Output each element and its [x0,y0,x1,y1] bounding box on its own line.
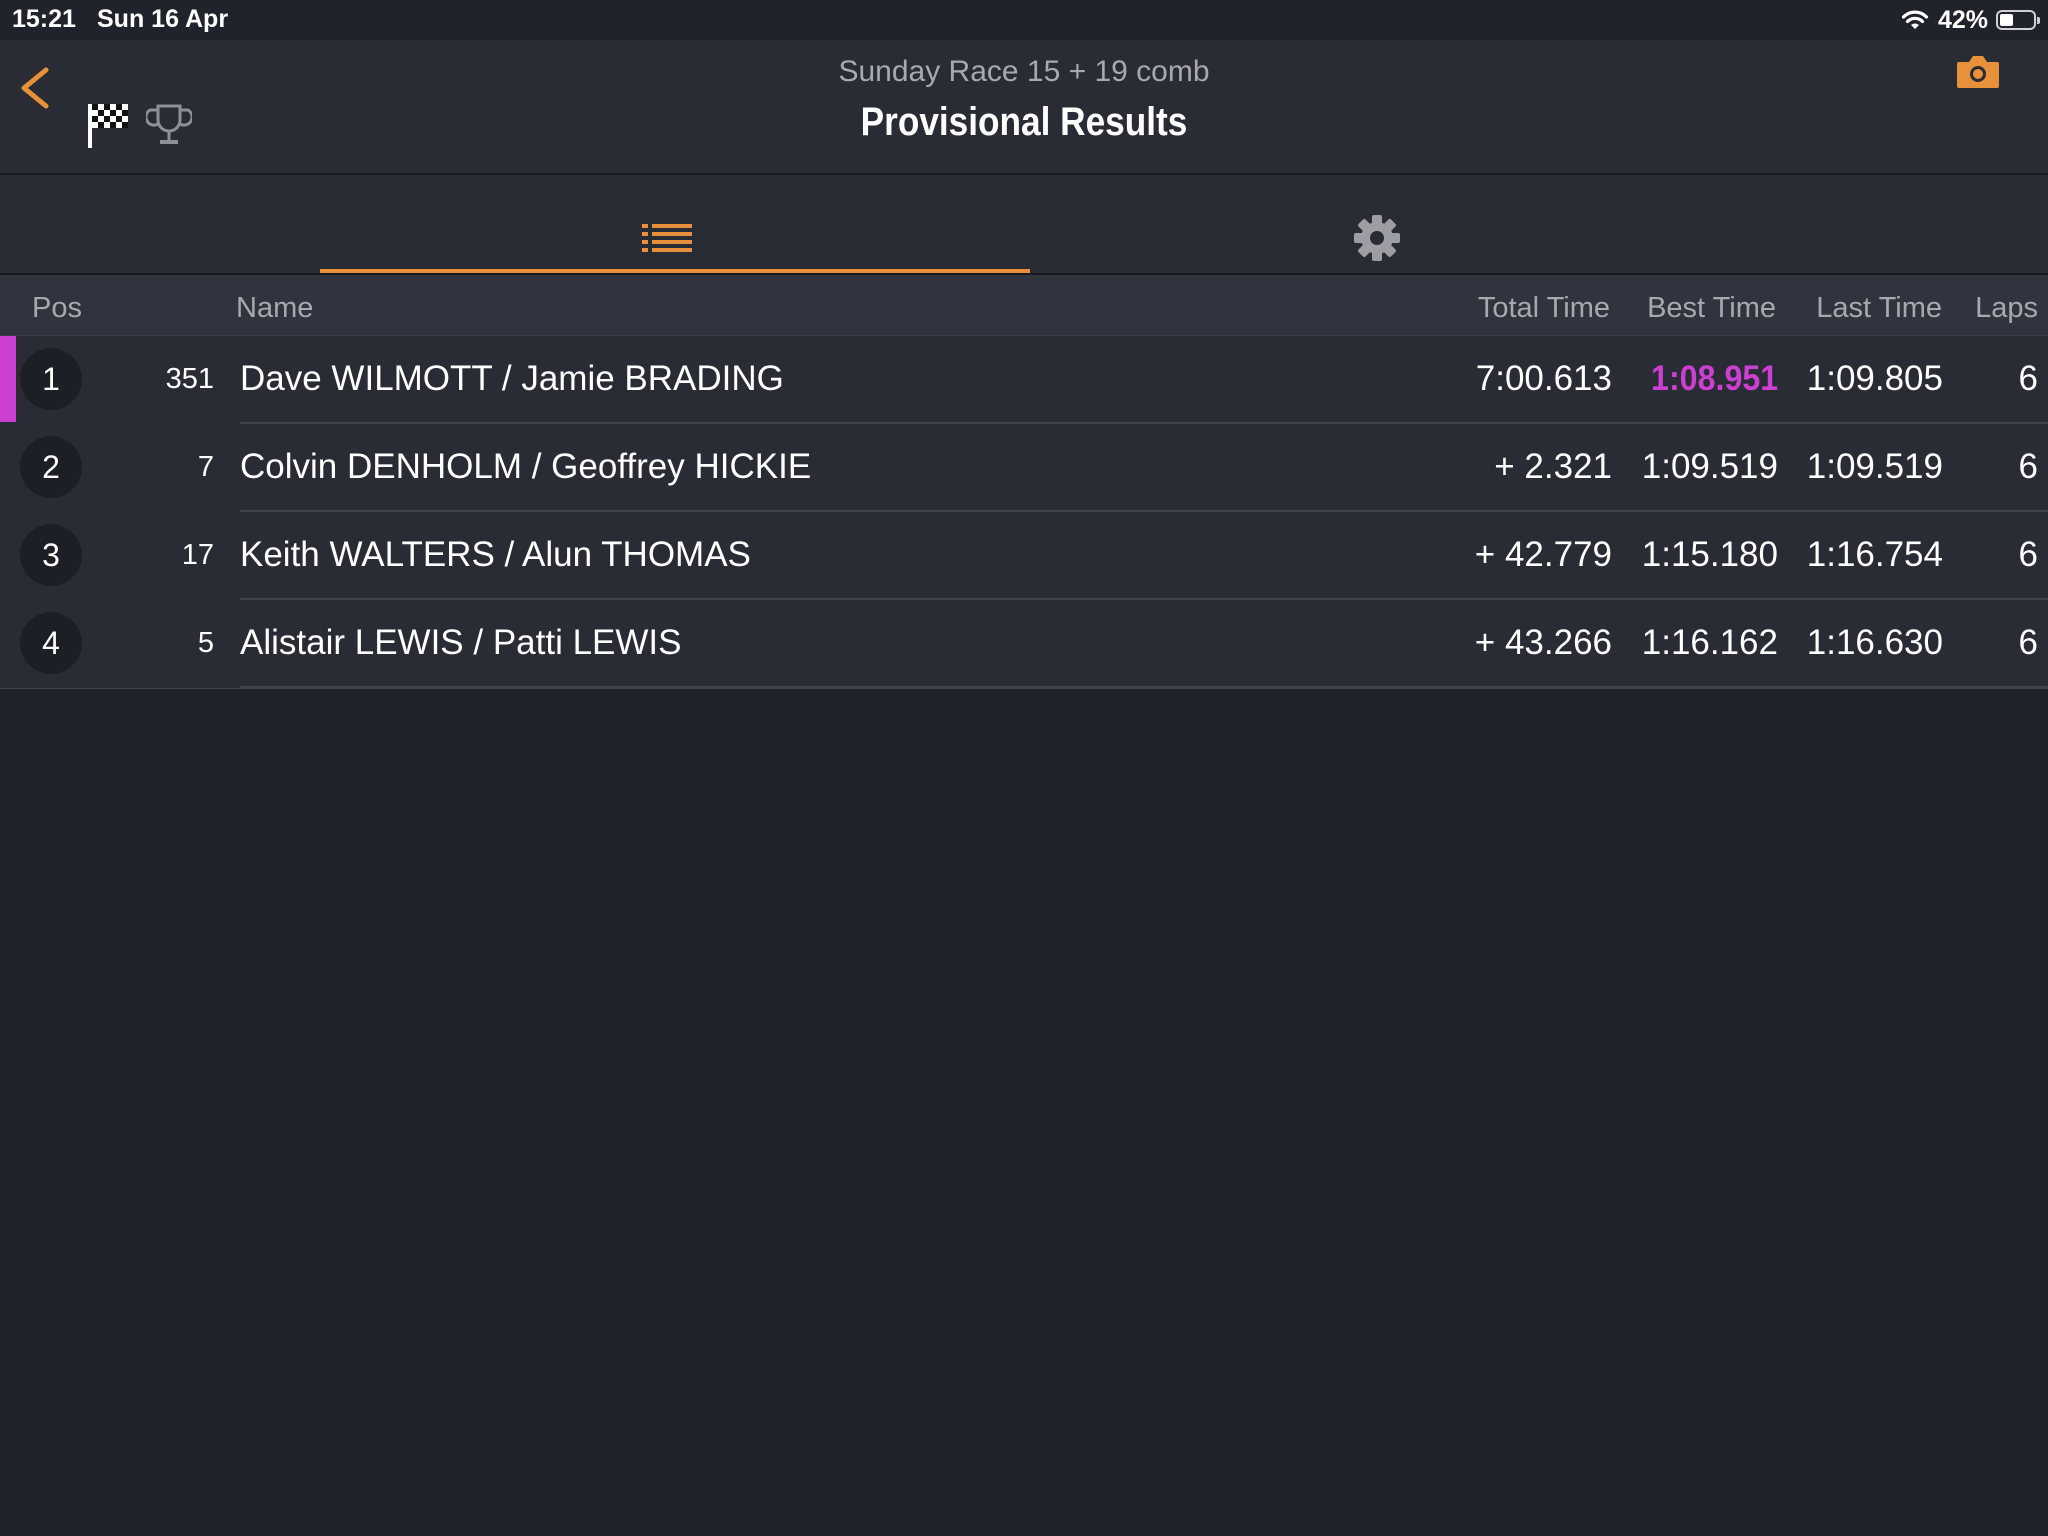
total-time: + 42.779 [1474,535,1612,574]
driver-names: Keith WALTERS / Alun THOMAS [240,535,751,574]
laps: 6 [2018,447,2038,486]
page-title: Provisional Results [860,100,1188,144]
position-badge: 2 [20,436,82,498]
status-time: 15:21 [12,5,76,33]
battery-fill [2000,14,2013,26]
column-best-time: Best Time [1647,292,1776,324]
laps: 6 [2018,535,2038,574]
fastest-lap-indicator [0,424,16,510]
gear-icon [1354,215,1400,261]
battery-percent: 42% [1937,5,1988,34]
table-row[interactable]: 2 7 Colvin DENHOLM / Geoffrey HICKIE + 2… [0,424,2048,512]
driver-names: Alistair LEWIS / Patti LEWIS [240,623,682,662]
total-time: + 43.266 [1474,623,1612,662]
position-badge: 3 [20,524,82,586]
results-table: 1 351 Dave WILMOTT / Jamie BRADING 7:00.… [0,336,2048,689]
best-time: 1:09.519 [1641,447,1778,486]
car-number: 351 [165,363,214,395]
column-pos: Pos [32,292,82,324]
last-time: 1:16.630 [1806,623,1943,662]
table-row[interactable]: 4 5 Alistair LEWIS / Patti LEWIS + 43.26… [0,600,2048,689]
laps: 6 [2018,623,2038,662]
total-time: 7:00.613 [1475,359,1612,398]
tab-results-list[interactable] [320,175,1030,273]
race-subtitle: Sunday Race 15 + 19 comb [838,55,1210,88]
laps: 6 [2018,359,2038,398]
best-time: 1:16.162 [1641,623,1778,662]
results-column-header: Pos Name Total Time Best Time Last Time … [0,275,2048,336]
tab-settings[interactable] [1350,211,1404,265]
last-time: 1:16.754 [1806,535,1943,574]
status-right: 42% [1900,5,2040,35]
camera-button[interactable] [1955,52,2001,92]
car-number: 17 [181,539,214,571]
list-icon [642,224,692,252]
nav-header: Sunday Race 15 + 19 comb Provisional Res… [0,40,2048,175]
total-time: + 2.321 [1494,447,1612,486]
car-number: 5 [197,627,214,659]
position-badge: 1 [20,348,82,410]
column-last-time: Last Time [1816,292,1942,324]
column-total-time: Total Time [1477,292,1610,324]
fastest-lap-indicator [0,336,16,422]
column-laps: Laps [1975,292,2038,324]
battery-icon [1996,10,2040,30]
car-number: 7 [197,451,214,483]
tab-bar [0,175,2048,275]
column-name: Name [236,292,314,324]
fastest-lap-indicator [0,600,16,686]
status-date: Sun 16 Apr [97,5,229,33]
active-tab-indicator [320,269,1030,273]
last-time: 1:09.805 [1806,359,1943,398]
driver-names: Dave WILMOTT / Jamie BRADING [240,359,784,398]
table-row[interactable]: 3 17 Keith WALTERS / Alun THOMAS + 42.77… [0,512,2048,600]
wifi-icon [1901,10,1929,29]
position-badge: 4 [20,612,82,674]
table-row[interactable]: 1 351 Dave WILMOTT / Jamie BRADING 7:00.… [0,336,2048,424]
last-time: 1:09.519 [1806,447,1943,486]
row-divider [240,686,2048,688]
best-time: 1:15.180 [1641,535,1778,574]
camera-icon [1957,56,1999,88]
driver-names: Colvin DENHOLM / Geoffrey HICKIE [240,447,812,486]
status-bar: 15:21 Sun 16 Apr 42% [0,0,2048,40]
best-time: 1:08.951 [1650,359,1778,398]
fastest-lap-indicator [0,512,16,598]
